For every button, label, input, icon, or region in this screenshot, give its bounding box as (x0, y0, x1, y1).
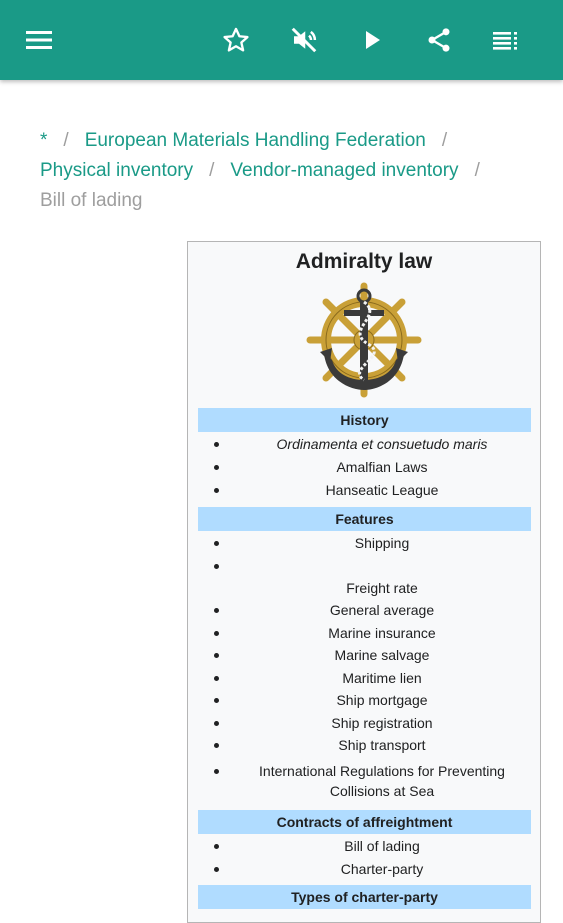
list-item[interactable]: Bill of lading (208, 836, 528, 856)
breadcrumb-link-home[interactable]: * (40, 130, 47, 151)
bullet (214, 769, 219, 774)
bullet (214, 465, 219, 470)
mute-icon (291, 27, 317, 53)
list-item[interactable]: Marine salvage (208, 645, 528, 665)
list-item[interactable]: Ordinamenta et consuetudo maris (208, 434, 528, 454)
infobox-title: Admiralty law (295, 250, 433, 273)
breadcrumb-separator: / (63, 130, 69, 151)
list-icon (493, 32, 517, 50)
bullet (214, 676, 219, 681)
breadcrumb-current: Bill of lading (40, 190, 143, 211)
share-button[interactable] (421, 22, 457, 58)
bullet (214, 653, 219, 658)
bullet (214, 698, 219, 703)
bullet (214, 844, 219, 849)
bullet (214, 488, 219, 493)
list-item[interactable]: Amalfian Laws (208, 457, 528, 477)
breadcrumb-link[interactable]: European Materials Handling Federation (85, 130, 426, 151)
bookmark-button[interactable] (218, 22, 254, 58)
list-item[interactable]: Ship mortgage (208, 690, 528, 710)
bullet (214, 867, 219, 872)
play-button[interactable] (354, 22, 390, 58)
list-item[interactable]: General average (208, 600, 528, 620)
star-icon (223, 27, 249, 52)
bullet (214, 442, 219, 447)
bullet (214, 608, 219, 613)
contents-button[interactable] (489, 22, 525, 58)
breadcrumb-link[interactable]: Vendor-managed inventory (230, 160, 458, 181)
list-item[interactable]: Maritime lien (208, 668, 528, 688)
list-item[interactable]: Charter-party (208, 859, 528, 879)
breadcrumb: * / European Materials Handling Federation… (40, 126, 530, 216)
bullet (214, 743, 219, 748)
app-bar (0, 0, 563, 80)
list-item[interactable]: Marine insurance (208, 623, 528, 643)
section-heading-charter-types: Types of charter-party (198, 885, 531, 909)
menu-icon (26, 31, 52, 49)
ship-wheel-anchor-icon (306, 282, 422, 398)
list-item (208, 556, 528, 576)
section-heading-history: History (198, 408, 531, 432)
menu-button[interactable] (22, 22, 58, 58)
bullet (214, 631, 219, 636)
list-item[interactable]: Hanseatic League (208, 480, 528, 500)
play-icon (366, 31, 380, 49)
breadcrumb-separator: / (441, 130, 448, 151)
section-heading-contracts: Contracts of affreightment (198, 810, 531, 834)
list-item[interactable]: Ship transport (208, 735, 528, 755)
list-item[interactable]: International Regulations for Preventing… (208, 761, 528, 801)
section-heading-features: Features (198, 507, 531, 531)
bullet (214, 721, 219, 726)
infobox: Admiralty law History Ordinamenta et con… (187, 241, 541, 923)
mute-button[interactable] (286, 22, 322, 58)
breadcrumb-link[interactable]: Physical inventory (40, 160, 193, 181)
share-icon (428, 28, 450, 52)
list-item[interactable]: Freight rate (208, 578, 528, 598)
bullet (214, 541, 219, 546)
bullet (214, 564, 219, 569)
breadcrumb-separator: / (209, 160, 215, 181)
list-item[interactable]: Shipping (208, 533, 528, 553)
breadcrumb-separator: / (474, 160, 480, 181)
list-item[interactable]: Ship registration (208, 713, 528, 733)
